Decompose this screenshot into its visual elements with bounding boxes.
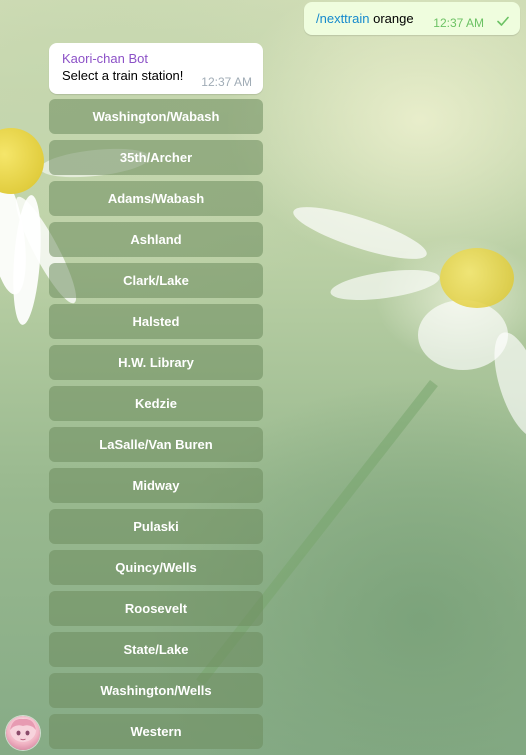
incoming-message: Kaori-chan Bot Select a train station! 1…: [49, 43, 263, 94]
sender-name[interactable]: Kaori-chan Bot: [62, 51, 251, 67]
keyboard-button-clark-lake[interactable]: Clark/Lake: [49, 263, 263, 298]
inline-keyboard: Washington/Wabash 35th/Archer Adams/Waba…: [49, 99, 263, 755]
keyboard-button-midway[interactable]: Midway: [49, 468, 263, 503]
keyboard-button-ashland[interactable]: Ashland: [49, 222, 263, 257]
keyboard-button-halsted[interactable]: Halsted: [49, 304, 263, 339]
keyboard-button-washington-wells[interactable]: Washington/Wells: [49, 673, 263, 708]
check-icon: [497, 16, 509, 26]
outgoing-message: /nexttrain orange 12:37 AM: [304, 2, 520, 35]
chat-area: /nexttrain orange 12:37 AM Kaori-chan Bo…: [0, 0, 526, 755]
keyboard-button-state-lake[interactable]: State/Lake: [49, 632, 263, 667]
keyboard-button-hw-library[interactable]: H.W. Library: [49, 345, 263, 380]
outgoing-message-time: 12:37 AM: [433, 16, 484, 30]
keyboard-button-washington-wabash[interactable]: Washington/Wabash: [49, 99, 263, 134]
keyboard-button-kedzie[interactable]: Kedzie: [49, 386, 263, 421]
keyboard-button-pulaski[interactable]: Pulaski: [49, 509, 263, 544]
incoming-message-time: 12:37 AM: [201, 75, 252, 89]
keyboard-button-quincy-wells[interactable]: Quincy/Wells: [49, 550, 263, 585]
keyboard-button-lasalle-van-buren[interactable]: LaSalle/Van Buren: [49, 427, 263, 462]
avatar-illustration-icon: [10, 718, 36, 742]
keyboard-button-western[interactable]: Western: [49, 714, 263, 749]
keyboard-button-adams-wabash[interactable]: Adams/Wabash: [49, 181, 263, 216]
keyboard-button-35th-archer[interactable]: 35th/Archer: [49, 140, 263, 175]
command-argument: orange: [373, 11, 414, 26]
bot-avatar[interactable]: [6, 716, 40, 750]
command-link[interactable]: /nexttrain: [316, 11, 369, 26]
keyboard-button-roosevelt[interactable]: Roosevelt: [49, 591, 263, 626]
